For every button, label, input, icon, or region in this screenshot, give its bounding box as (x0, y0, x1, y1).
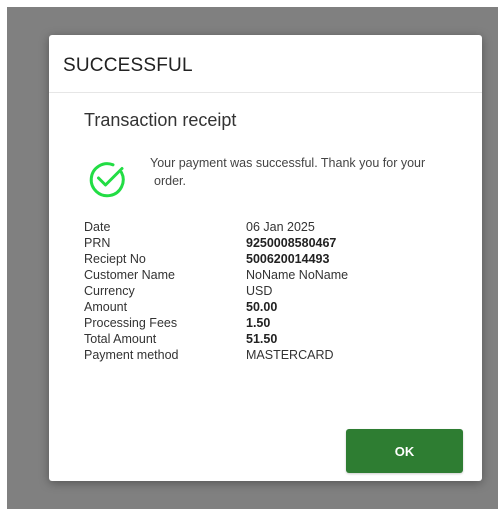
success-message: Your payment was successful. Thank you f… (150, 156, 426, 188)
dialog-title: SUCCESSFUL (63, 55, 193, 76)
receipt-details: Date 06 Jan 2025 PRN 9250008580467 Recie… (84, 219, 482, 363)
detail-value-customer-name: NoName NoName (246, 268, 349, 282)
detail-value-receipt-no: 500620014493 (246, 252, 330, 266)
detail-label-customer-name: Customer Name (84, 268, 175, 282)
detail-value-total-amount: 51.50 (246, 332, 278, 346)
receipt-dialog: SUCCESSFUL Transaction receipt Your paym… (49, 35, 482, 481)
receipt-title: Transaction receipt (84, 110, 237, 130)
detail-label-total-amount: Total Amount (84, 332, 157, 346)
check-circle-icon (89, 162, 125, 198)
detail-value-amount: 50.00 (246, 300, 278, 314)
detail-label-amount: Amount (84, 300, 128, 314)
detail-value-prn: 9250008580467 (246, 236, 337, 250)
detail-label-receipt-no: Reciept No (84, 252, 146, 266)
detail-value-date: 06 Jan 2025 (246, 220, 315, 234)
detail-value-processing-fees: 1.50 (246, 316, 271, 330)
ok-button[interactable]: OK (346, 429, 463, 473)
dialog-header: SUCCESSFUL (49, 35, 482, 93)
detail-label-prn: PRN (84, 236, 111, 250)
success-message-row: Your payment was successful. Thank you f… (84, 153, 482, 199)
detail-value-currency: USD (246, 284, 273, 298)
detail-label-processing-fees: Processing Fees (84, 316, 178, 330)
detail-label-date: Date (84, 220, 111, 234)
detail-value-payment-method: MASTERCARD (246, 348, 334, 362)
detail-label-payment-method: Payment method (84, 348, 179, 362)
dialog-body: Transaction receipt Your payment was suc… (49, 93, 482, 363)
detail-label-currency: Currency (84, 284, 135, 298)
